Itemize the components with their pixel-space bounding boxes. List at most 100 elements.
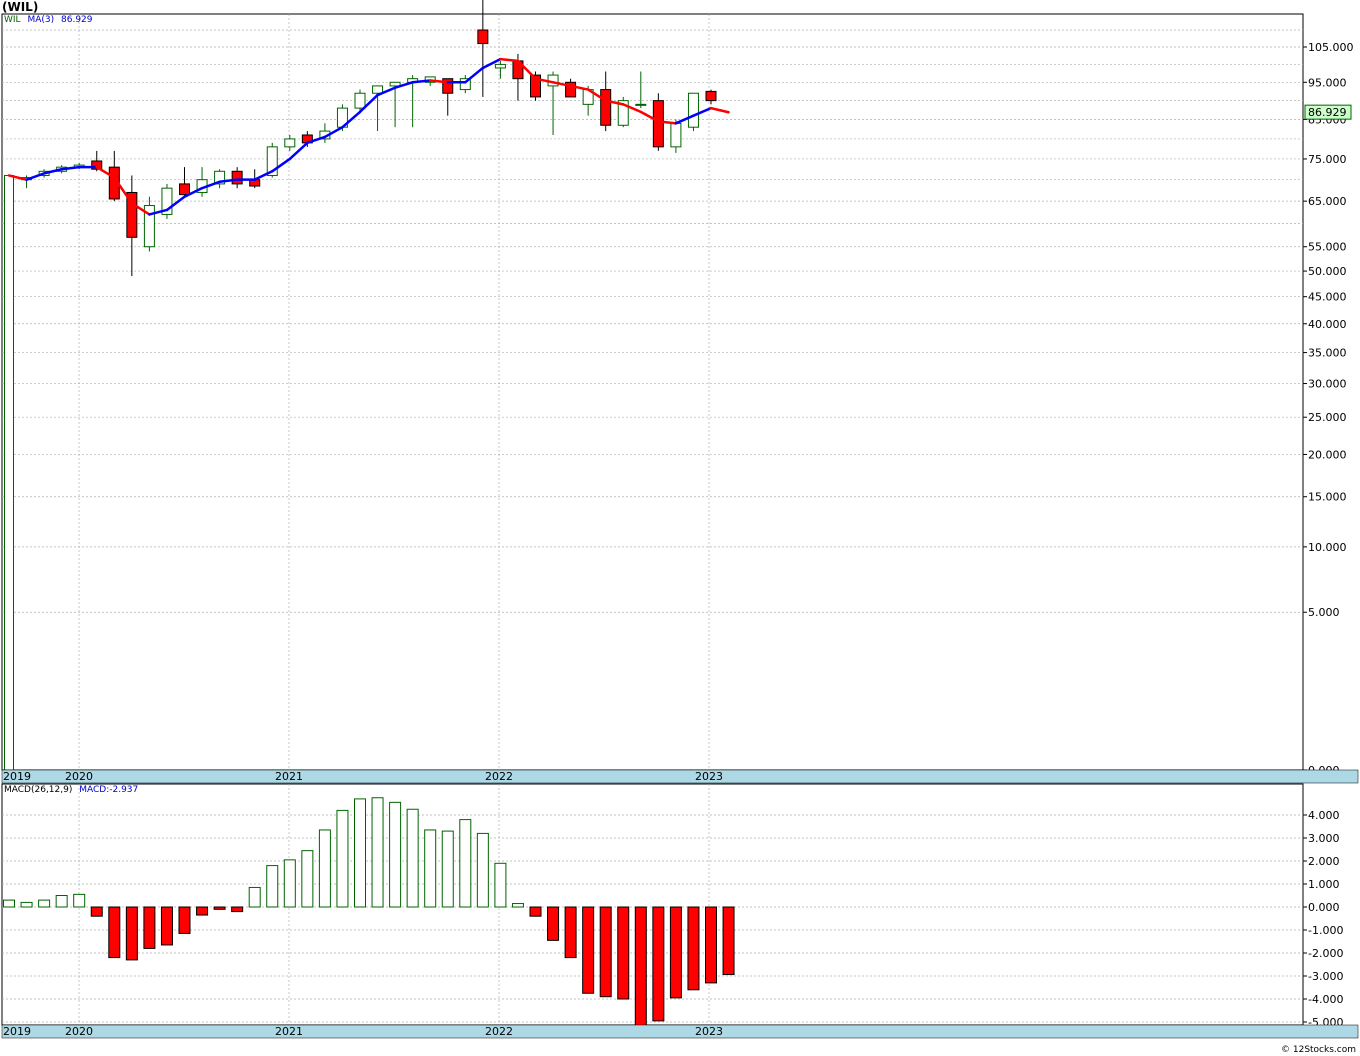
macd-bar <box>73 893 86 908</box>
macd-bar <box>231 906 244 913</box>
price-y-tick-label: 105.000 <box>1308 41 1354 54</box>
macd-bar <box>266 865 279 908</box>
macd-y-tick-label: -3.000 <box>1308 970 1343 983</box>
macd-bar <box>406 808 419 908</box>
macd-x-tick-label: 2021 <box>275 1025 303 1038</box>
price-y-tick-label: 95.000 <box>1308 76 1347 89</box>
macd-bar <box>196 906 209 916</box>
price-x-axis-band <box>1 769 1359 784</box>
legend-ma-label: MA(3) <box>27 15 55 25</box>
macd-bar <box>494 862 507 908</box>
macd-bar <box>354 798 366 908</box>
legend-ticker: WIL <box>4 15 21 25</box>
price-y-tick-label: 30.000 <box>1308 378 1347 391</box>
price-y-tick-label: 5.000 <box>1308 606 1340 619</box>
macd-bar <box>108 906 121 959</box>
macd-bar <box>511 903 524 908</box>
macd-bar <box>20 901 33 908</box>
candle-body <box>687 92 699 128</box>
legend-ma-value: 86.929 <box>61 15 93 25</box>
macd-x-axis: 2019 2020 2021 2022 2023 <box>1 1024 1359 1039</box>
macd-bar <box>248 886 261 908</box>
macd-y-tick-label: -1.000 <box>1308 924 1343 937</box>
macd-bar <box>617 906 630 1000</box>
macd-y-tick-label: 0.000 <box>1308 901 1340 914</box>
price-x-tick-label: 2020 <box>65 770 93 783</box>
candle-body <box>494 63 506 69</box>
price-y-tick-label: 35.000 <box>1308 347 1347 360</box>
candle-body <box>231 170 243 185</box>
macd-bar <box>722 906 735 976</box>
macd-bar <box>424 829 437 908</box>
price-y-tick-label: 40.000 <box>1308 318 1347 331</box>
macd-x-tick-label: 2020 <box>65 1025 93 1038</box>
macd-bar <box>634 906 647 1028</box>
macd-legend: MACD(26,12,9) MACD:-2.937 <box>4 785 138 795</box>
price-y-tick-label: 45.000 <box>1308 291 1347 304</box>
legend-macd-label: MACD(26,12,9) <box>4 785 73 795</box>
macd-bar <box>143 906 156 949</box>
price-y-tick-label: 25.000 <box>1308 411 1347 424</box>
macd-bar <box>652 906 665 1022</box>
price-y-tick-label: 55.000 <box>1308 241 1347 254</box>
macd-bar <box>705 906 717 984</box>
candle-body <box>635 103 647 106</box>
stock-chart: 105.00095.00085.00075.00065.00055.00050.… <box>1 0 1359 1039</box>
candle-body <box>284 138 296 148</box>
macd-bar <box>441 830 454 908</box>
macd-panel: 4.000 3.000 2.000 1.000 0.000 -1.000 -2.000 -3.… <box>1 783 1343 1029</box>
macd-bar <box>687 906 700 991</box>
price-x-tick-label: 2021 <box>275 770 303 783</box>
macd-x-axis-band <box>1 1024 1359 1039</box>
price-legend: WIL MA(3) 86.929 <box>4 15 93 25</box>
candle-body <box>372 85 384 94</box>
price-x-tick-label: 2022 <box>485 770 513 783</box>
macd-x-tick-label: 2022 <box>485 1025 513 1038</box>
macd-bar <box>125 906 138 961</box>
candle-body <box>652 100 664 148</box>
macd-bar <box>160 906 173 946</box>
price-y-tick-label: 20.000 <box>1308 448 1347 461</box>
macd-bar <box>547 906 560 941</box>
macd-bar <box>459 819 472 908</box>
last-price-label: 86.929 <box>1308 106 1347 119</box>
ma-line-segment <box>499 57 520 63</box>
price-y-tick-label: 10.000 <box>1308 541 1347 554</box>
candle-body <box>600 89 612 126</box>
macd-y-tick-label: 1.000 <box>1308 878 1340 891</box>
macd-bar <box>178 906 191 934</box>
macd-bar <box>3 899 15 908</box>
macd-bar <box>389 801 402 908</box>
price-x-axis: 2019 2020 2021 2022 2023 <box>1 769 1359 784</box>
macd-bar <box>564 906 577 959</box>
price-x-tick-label: 2019 <box>3 770 31 783</box>
macd-bar <box>669 906 682 999</box>
macd-y-tick-label: 2.000 <box>1308 855 1340 868</box>
candle-body <box>179 183 190 196</box>
price-panel: 105.00095.00085.00075.00065.00055.00050.… <box>1 0 1354 777</box>
price-y-tick-label: 50.000 <box>1308 265 1347 278</box>
macd-y-tick-label: -2.000 <box>1308 947 1343 960</box>
macd-y-tick-label: 4.000 <box>1308 809 1340 822</box>
macd-bar <box>301 850 314 908</box>
macd-bar <box>529 906 542 917</box>
macd-bar <box>55 895 68 908</box>
candle-body <box>477 29 489 45</box>
candle-body <box>670 122 682 148</box>
macd-bar <box>213 906 226 910</box>
price-y-tick-label: 15.000 <box>1308 491 1347 504</box>
candle-body <box>705 90 717 102</box>
legend-macd-value: MACD:-2.937 <box>79 785 139 795</box>
macd-bar <box>38 899 51 908</box>
macd-bar <box>371 797 384 908</box>
macd-bar <box>582 906 595 994</box>
macd-bar <box>599 906 612 998</box>
macd-bar <box>336 809 349 908</box>
macd-bar <box>318 829 331 908</box>
price-plot-area <box>1 13 1304 771</box>
macd-y-tick-label: -4.000 <box>1308 993 1343 1006</box>
macd-x-tick-label: 2023 <box>695 1025 723 1038</box>
macd-x-tick-label: 2019 <box>3 1025 31 1038</box>
macd-bar <box>283 859 296 908</box>
macd-y-tick-label: 3.000 <box>1308 832 1340 845</box>
